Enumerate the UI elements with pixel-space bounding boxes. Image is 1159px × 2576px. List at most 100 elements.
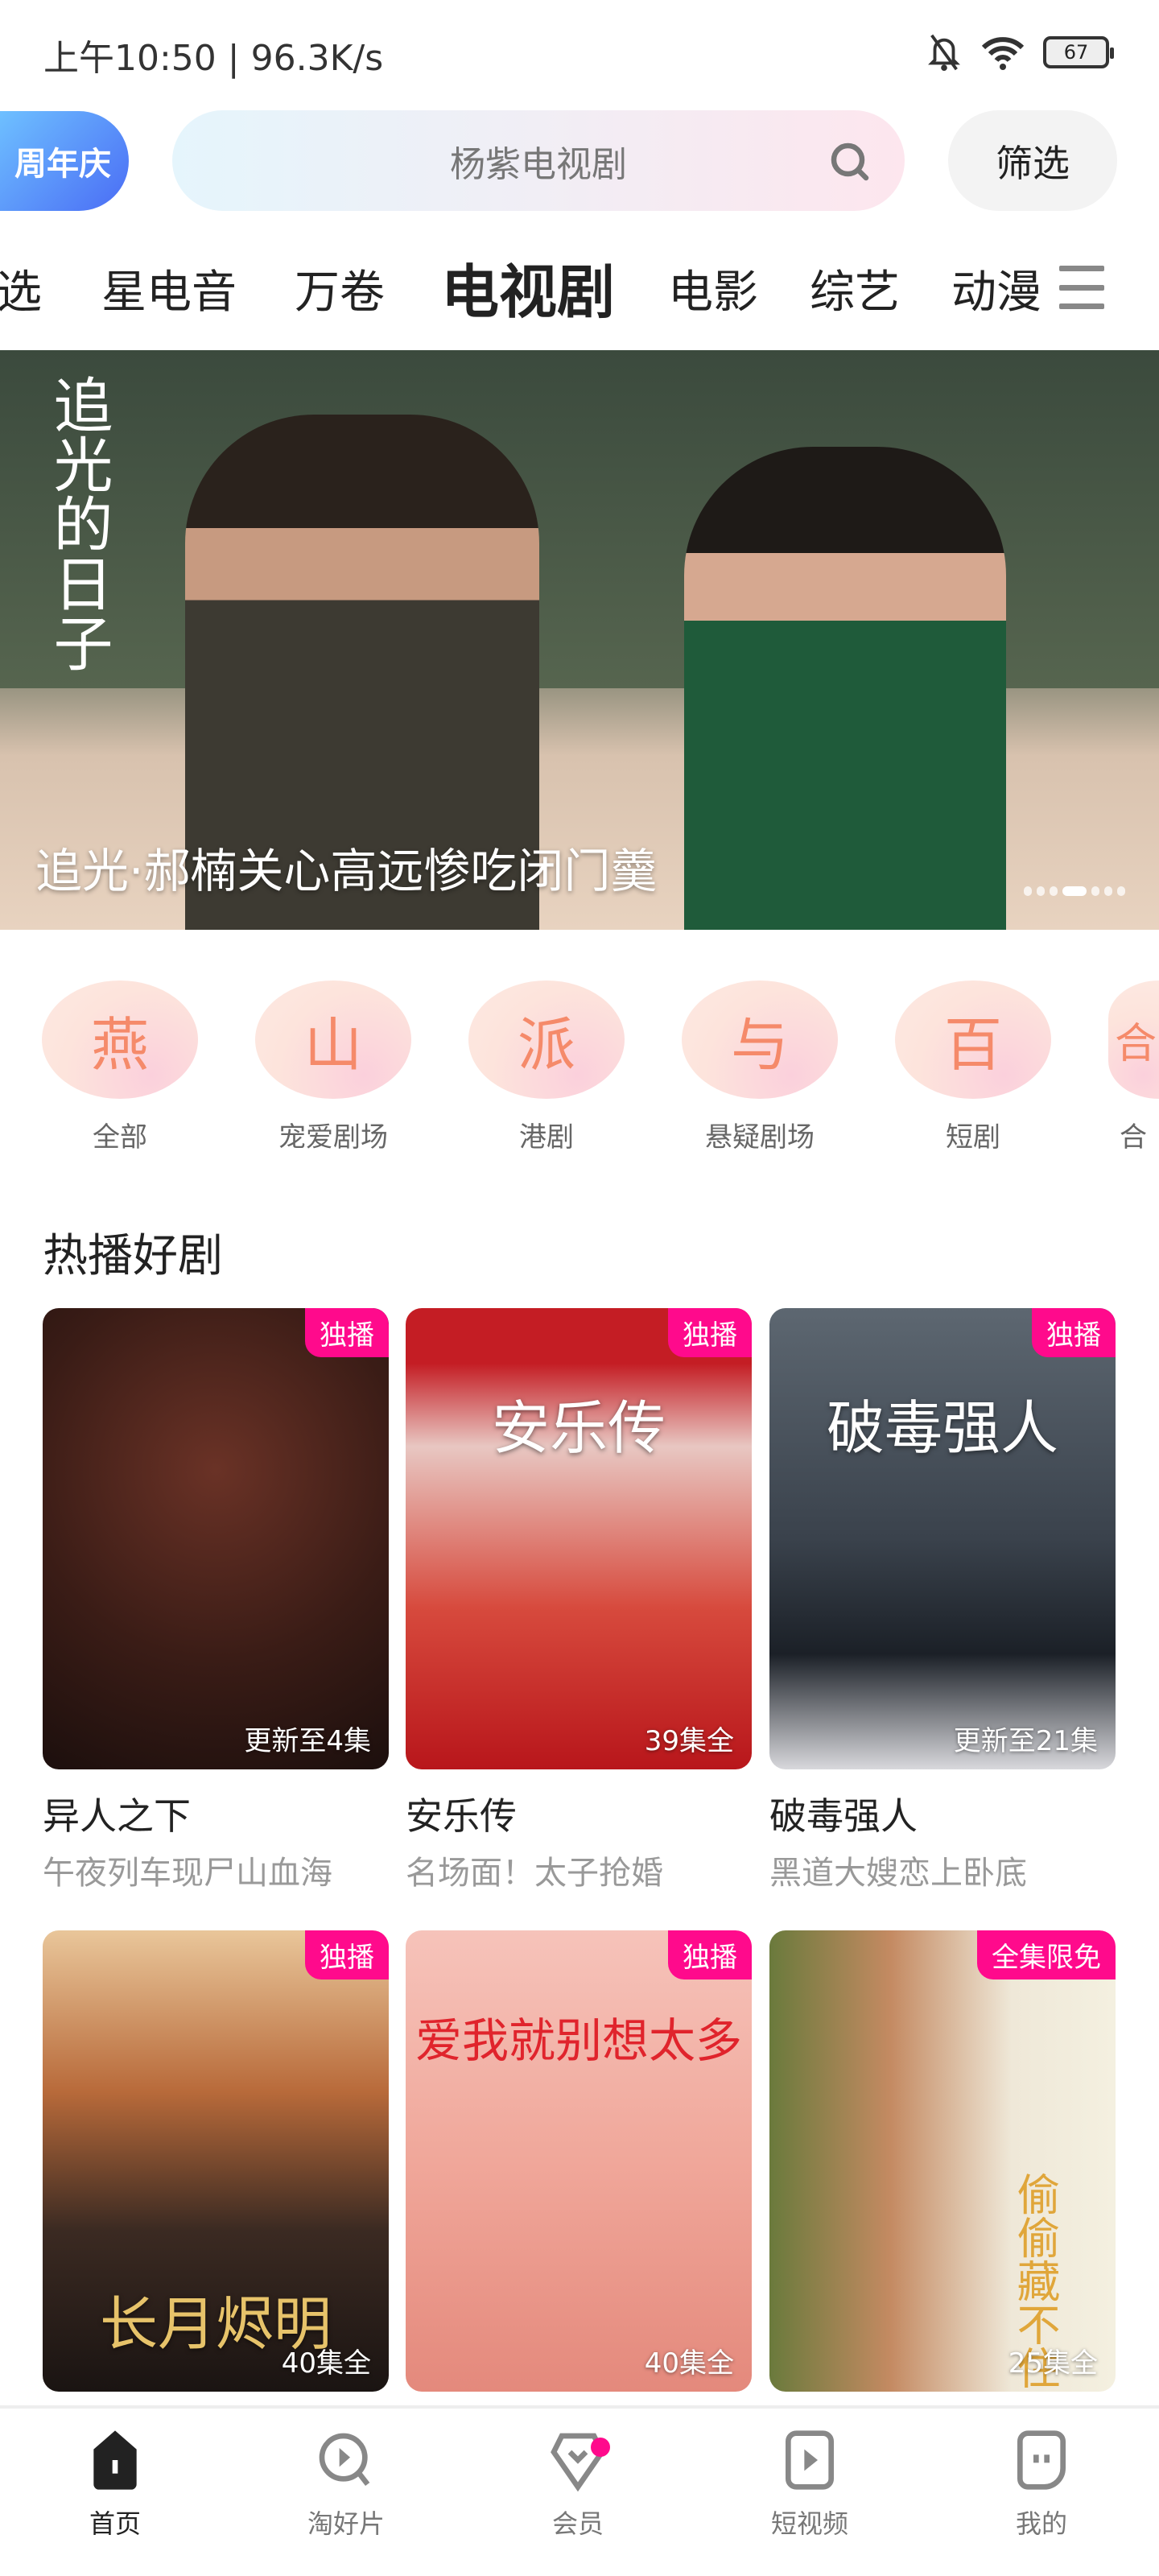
poster-title: 安乐传 xyxy=(491,1394,666,1462)
nav-label: 会员 xyxy=(551,2508,604,2539)
banner-logo: 追光的日子 xyxy=(43,374,113,672)
show-card[interactable]: 安乐传 独播 39集全 安乐传 名场面！太子抢婚 xyxy=(406,1308,752,1893)
tab-music[interactable]: 星电音 xyxy=(101,256,237,321)
episode-count: 40集全 xyxy=(281,2347,371,2380)
bottom-nav: 首页 淘好片 会员 短视频 我的 xyxy=(0,2405,1159,2576)
menu-icon[interactable] xyxy=(1059,266,1104,309)
battery-icon: 67 xyxy=(1043,36,1114,68)
search-placeholder: 杨紫电视剧 xyxy=(450,143,627,185)
carousel-dot xyxy=(1037,886,1045,896)
poster: 安乐传 独播 39集全 xyxy=(406,1308,752,1769)
wifi-icon xyxy=(981,37,1025,70)
category-hk[interactable]: 派港剧 xyxy=(468,980,625,1154)
tab-tv[interactable]: 电视剧 xyxy=(441,245,615,329)
profile-icon xyxy=(1017,2430,1066,2490)
show-card[interactable]: 爱我就别想太多 独播 40集全 xyxy=(406,1930,752,2392)
category-icon: 合 xyxy=(1108,980,1159,1099)
category-icon: 百 xyxy=(895,980,1051,1099)
category-short[interactable]: 百短剧 xyxy=(895,980,1051,1154)
short-video-icon xyxy=(786,2430,834,2490)
show-card[interactable]: 独播 更新至4集 异人之下 午夜列车现尸山血海 xyxy=(43,1308,389,1893)
show-subtitle: 午夜列车现尸山血海 xyxy=(43,1855,332,1892)
tab-anime[interactable]: 动漫 xyxy=(951,256,1041,321)
carousel-indicator xyxy=(1024,886,1125,896)
episode-count: 更新至21集 xyxy=(953,1725,1098,1757)
nav-label: 淘好片 xyxy=(307,2508,385,2539)
tab-movies[interactable]: 电影 xyxy=(668,256,758,321)
category-romance[interactable]: 山宠爱剧场 xyxy=(255,980,411,1154)
mute-bell-icon xyxy=(928,34,960,71)
nav-short-video[interactable]: 短视频 xyxy=(737,2428,882,2541)
category-label: 悬疑剧场 xyxy=(705,1121,815,1154)
show-title: 安乐传 xyxy=(406,1794,517,1838)
nav-profile[interactable]: 我的 xyxy=(969,2428,1114,2541)
episode-count: 25集全 xyxy=(1008,2347,1098,2380)
carousel-dot-active xyxy=(1062,886,1087,896)
category-all[interactable]: 燕全部 xyxy=(42,980,198,1154)
show-card[interactable]: 偷偷藏不住 全集限免 25集全 xyxy=(769,1930,1116,2392)
show-card[interactable]: 长月烬明 独播 40集全 xyxy=(43,1930,389,2392)
search-input[interactable]: 杨紫电视剧 xyxy=(172,110,905,211)
poster-title: 破毒强人 xyxy=(826,1394,1058,1462)
tab-featured[interactable]: 精选 xyxy=(0,256,42,321)
show-subtitle: 名场面！太子抢婚 xyxy=(406,1855,663,1892)
show-card[interactable]: 破毒强人 独播 更新至21集 破毒强人 黑道大嫂恋上卧底 xyxy=(769,1308,1116,1893)
carousel-dot xyxy=(1117,886,1125,896)
notification-dot xyxy=(591,2438,610,2457)
exclusive-badge: 独播 xyxy=(1032,1308,1116,1357)
category-label: 合 xyxy=(1120,1121,1147,1154)
nav-vip[interactable]: 会员 xyxy=(505,2428,650,2541)
category-icon: 山 xyxy=(255,980,411,1099)
free-badge: 全集限免 xyxy=(977,1930,1116,1979)
home-icon xyxy=(93,2430,137,2490)
exclusive-badge: 独播 xyxy=(668,1308,752,1357)
carousel-dot xyxy=(1091,886,1099,896)
anniversary-label: 周年庆 xyxy=(14,146,111,183)
status-bar: 上午10:50 | 96.3K/s 67 xyxy=(0,0,1159,105)
category-suspense[interactable]: 与悬疑剧场 xyxy=(682,980,838,1154)
exclusive-badge: 独播 xyxy=(668,1930,752,1979)
show-title: 破毒强人 xyxy=(769,1794,918,1838)
category-icon: 与 xyxy=(682,980,838,1099)
poster: 爱我就别想太多 独播 40集全 xyxy=(406,1930,752,2392)
filter-label: 筛选 xyxy=(996,141,1070,185)
episode-count: 更新至4集 xyxy=(244,1725,371,1757)
carousel-dot xyxy=(1104,886,1112,896)
battery-level: 67 xyxy=(1063,41,1089,64)
nav-label: 我的 xyxy=(1015,2508,1067,2539)
category-label: 全部 xyxy=(93,1121,147,1154)
exclusive-badge: 独播 xyxy=(305,1930,389,1979)
exclusive-badge: 独播 xyxy=(305,1308,389,1357)
category-label: 港剧 xyxy=(519,1121,574,1154)
poster: 独播 更新至4集 xyxy=(43,1308,389,1769)
nav-home[interactable]: 首页 xyxy=(43,2428,188,2541)
category-label: 宠爱剧场 xyxy=(278,1121,388,1154)
nav-discover[interactable]: 淘好片 xyxy=(274,2428,419,2541)
category-label: 短剧 xyxy=(946,1121,1000,1154)
poster: 长月烬明 独播 40集全 xyxy=(43,1930,389,2392)
show-title: 异人之下 xyxy=(43,1794,191,1838)
anniversary-badge[interactable]: 周年庆 xyxy=(0,111,129,211)
section-title: 热播好剧 xyxy=(43,1230,223,1282)
banner-caption: 追光·郝楠关心高远惨吃闭门羹 xyxy=(35,844,658,898)
status-time: 上午10:50 | 96.3K/s xyxy=(43,38,384,79)
poster-title: 爱我就别想太多 xyxy=(415,2013,742,2068)
nav-label: 短视频 xyxy=(770,2508,848,2539)
tab-books[interactable]: 万卷 xyxy=(295,256,385,321)
category-icon: 燕 xyxy=(42,980,198,1099)
discover-play-icon xyxy=(319,2433,370,2487)
show-subtitle: 黑道大嫂恋上卧底 xyxy=(769,1855,1027,1892)
carousel-dot xyxy=(1050,886,1058,896)
hero-banner[interactable]: 追光的日子 追光·郝楠关心高远惨吃闭门羹 xyxy=(0,350,1159,930)
search-icon[interactable] xyxy=(826,138,874,186)
category-icon: 派 xyxy=(468,980,625,1099)
tab-variety[interactable]: 综艺 xyxy=(810,256,900,321)
nav-label: 首页 xyxy=(89,2508,141,2539)
episode-count: 40集全 xyxy=(644,2347,734,2380)
category-more[interactable]: 合合 xyxy=(1108,980,1159,1154)
category-tabs: 精选 星电音 万卷 电视剧 电影 综艺 动漫 xyxy=(0,242,1054,338)
episode-count: 39集全 xyxy=(644,1725,734,1757)
filter-button[interactable]: 筛选 xyxy=(948,110,1117,211)
poster: 偷偷藏不住 全集限免 25集全 xyxy=(769,1930,1116,2392)
carousel-dot xyxy=(1024,886,1032,896)
